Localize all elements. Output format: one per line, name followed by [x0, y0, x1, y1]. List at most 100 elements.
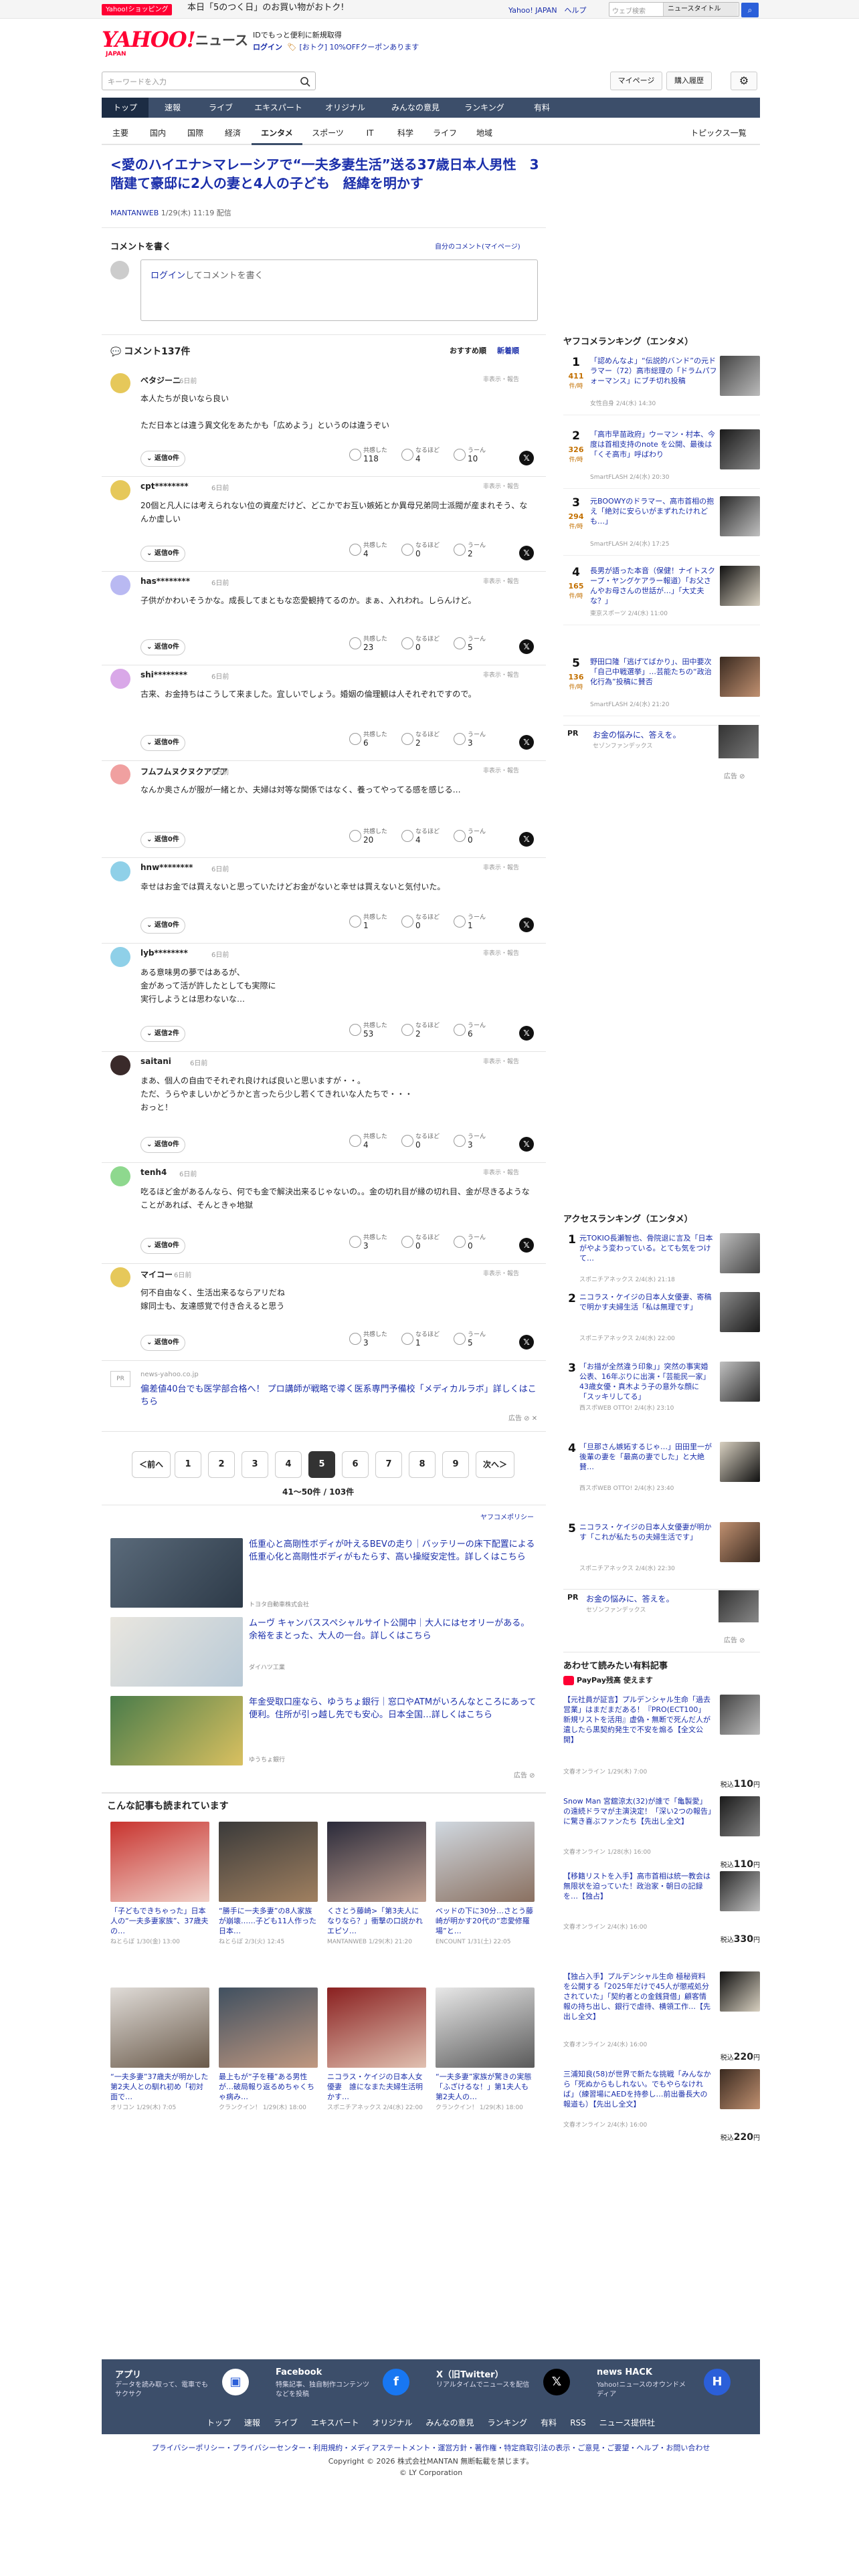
sort-recommended[interactable]: おすすめ順: [450, 346, 486, 355]
comment-author[interactable]: tenh4: [140, 1168, 167, 1177]
naruhodo-button[interactable]: なるほど 4: [401, 828, 440, 844]
umm-button[interactable]: うーん 10: [454, 447, 486, 463]
topics-list-link[interactable]: トピックス一覧: [677, 121, 760, 145]
x-share-icon[interactable]: 𝕏: [519, 639, 534, 654]
report-link[interactable]: 非表示・報告: [483, 576, 519, 585]
footer-nav-item[interactable]: みんなの意見: [426, 2418, 474, 2428]
naruhodo-button[interactable]: なるほど 1: [401, 1331, 440, 1347]
footer-nav-item[interactable]: ランキング: [488, 2418, 528, 2428]
umm-button[interactable]: うーん 1: [454, 914, 486, 930]
footer-nav-item[interactable]: 有料: [541, 2418, 557, 2428]
recommended-thumb[interactable]: [436, 1988, 535, 2068]
footer-links[interactable]: プライバシーポリシー・プライバシーセンター・利用規約・メディアステートメント・運…: [102, 2442, 760, 2453]
report-link[interactable]: 非表示・報告: [483, 1168, 519, 1176]
footer-nav-item[interactable]: エキスパート: [311, 2418, 359, 2428]
recommended-title[interactable]: “一夫多妻”家族が驚きの実態「ふざけるな！」第1夫人も第2夫人の…: [436, 2072, 535, 2102]
paid-thumb[interactable]: [720, 1871, 760, 1911]
rank-thumb[interactable]: [720, 1292, 760, 1332]
rank-thumb[interactable]: [720, 657, 760, 697]
shopping-badge[interactable]: Yahoo!ショッピング: [102, 4, 173, 15]
page-9[interactable]: 9: [442, 1451, 469, 1478]
empathy-button[interactable]: 共感した 3: [349, 1331, 387, 1347]
reply-button[interactable]: ⌄ 返信2件: [140, 1026, 185, 1042]
report-link[interactable]: 非表示・報告: [483, 374, 519, 383]
recommended-thumb[interactable]: [219, 1822, 318, 1902]
promo-text[interactable]: 本日「5のつく日」のお買い物がおトク!: [187, 0, 344, 13]
report-link[interactable]: 非表示・報告: [483, 481, 519, 490]
access-pr-image[interactable]: [719, 1590, 759, 1622]
page-5-current[interactable]: 5: [308, 1451, 335, 1478]
ranking-pr-title[interactable]: お金の悩みに、答えを。: [593, 729, 681, 740]
footer-nav-item[interactable]: ニュース提供社: [599, 2418, 655, 2428]
x-share-icon[interactable]: 𝕏: [519, 1238, 534, 1253]
comment-author[interactable]: has********: [140, 576, 190, 586]
recommended-title[interactable]: “勝手に一夫多妻”の8人家族が崩壊……子ども11人作った日本…: [219, 1906, 318, 1936]
footer-nav-item[interactable]: ライブ: [274, 2418, 298, 2428]
footer-nav-item[interactable]: オリジナル: [373, 2418, 413, 2428]
naruhodo-button[interactable]: なるほど 2: [401, 1022, 440, 1038]
x-share-icon[interactable]: 𝕏: [519, 918, 534, 932]
ad-title-3[interactable]: 年金受取口座なら、ゆうちょ銀行｜窓口やATMがいろんなところにあって便利。住所が…: [249, 1696, 538, 1721]
recommended-title[interactable]: くさとう藤崎>「第3夫人になりなら？」衝撃の口説かれエピソ…: [327, 1906, 426, 1936]
rank-thumb[interactable]: [720, 356, 760, 396]
cat-it[interactable]: IT: [353, 121, 387, 145]
nav-live[interactable]: ライブ: [197, 98, 245, 118]
cat-economy[interactable]: 経済: [214, 121, 252, 145]
recommended-thumb[interactable]: [436, 1822, 535, 1902]
footer-col-title[interactable]: X（旧Twitter）: [436, 2367, 504, 2380]
comment-login-link[interactable]: ログイン: [151, 271, 185, 281]
report-link[interactable]: 非表示・報告: [483, 670, 519, 679]
nav-opinions[interactable]: みんなの意見: [379, 98, 452, 118]
sort-newest[interactable]: 新着順: [497, 346, 519, 355]
rank-title[interactable]: 元TOKIO長瀬智也、骨院退に言及「日本がやよう変わっている。とても気をつけて…: [579, 1233, 713, 1263]
cat-entertainment[interactable]: エンタメ: [252, 121, 302, 145]
recommended-title[interactable]: ニコラス・ケイジの日本人女優妻 誰になまた夫婦生活明かす…: [327, 2072, 426, 2102]
footer-col-title[interactable]: news HACK: [597, 2367, 652, 2377]
nav-top[interactable]: トップ: [102, 98, 149, 118]
page-2[interactable]: 2: [208, 1451, 235, 1478]
empathy-button[interactable]: 共感した 20: [349, 828, 387, 844]
footer-nav-item[interactable]: RSS: [570, 2418, 586, 2428]
empathy-button[interactable]: 共感した 6: [349, 731, 387, 747]
my-comments-link[interactable]: 自分のコメント(マイページ): [435, 241, 520, 251]
naruhodo-button[interactable]: なるほど 0: [401, 1133, 440, 1149]
page-6[interactable]: 6: [342, 1451, 369, 1478]
umm-button[interactable]: うーん 6: [454, 1022, 486, 1038]
reply-button[interactable]: ⌄ 返信0件: [140, 451, 185, 467]
naruhodo-button[interactable]: なるほど 0: [401, 1234, 440, 1250]
comment-author[interactable]: ベタジーニ: [140, 374, 181, 386]
x-share-icon[interactable]: 𝕏: [519, 451, 534, 465]
rank-thumb[interactable]: [720, 566, 760, 606]
rank-title[interactable]: 長男が語った本音（保健！ナイトスクープ・ヤングケアラー報道）「お父さんやお母さん…: [590, 566, 717, 606]
naruhodo-button[interactable]: なるほど 0: [401, 914, 440, 930]
recommended-thumb[interactable]: [219, 1988, 318, 2068]
nav-expert[interactable]: エキスパート: [245, 98, 312, 118]
x-icon[interactable]: 𝕏: [543, 2369, 570, 2395]
facebook-icon[interactable]: f: [383, 2369, 409, 2395]
page-1[interactable]: 1: [175, 1451, 201, 1478]
reply-button[interactable]: ⌄ 返信0件: [140, 1137, 185, 1153]
recommended-thumb[interactable]: [327, 1822, 426, 1902]
rank-thumb[interactable]: [720, 429, 760, 469]
comment-author[interactable]: cpt********: [140, 481, 189, 491]
reply-button[interactable]: ⌄ 返信0件: [140, 918, 185, 934]
paid-thumb[interactable]: [720, 1971, 760, 2012]
page-8[interactable]: 8: [409, 1451, 436, 1478]
rank-title[interactable]: 「旦那さん嫉妬するじゃ…」田田里一が後輩の妻を「最高の妻でした」と大絶賛…: [579, 1442, 713, 1472]
x-share-icon[interactable]: 𝕏: [519, 1026, 534, 1041]
access-pr-title[interactable]: お金の悩みに、答えを。: [586, 1593, 674, 1604]
footer-col-title[interactable]: アプリ: [115, 2367, 141, 2380]
inline-ad-title[interactable]: 偏差値40台でも医学部合格へ！ プロ講師が戦略で導く医系専門予備校「メディカルラ…: [140, 1383, 538, 1408]
rank-thumb[interactable]: [720, 1233, 760, 1273]
recommended-thumb[interactable]: [110, 1822, 209, 1902]
paid-title[interactable]: Snow Man 宮舘涼太(32)が誰で「亀製愛」の遠続ドラマが主演決定！「深い…: [563, 1796, 712, 1826]
umm-button[interactable]: うーん 5: [454, 1331, 486, 1347]
paid-thumb[interactable]: [720, 1695, 760, 1735]
umm-button[interactable]: うーん 3: [454, 1133, 486, 1149]
ad-image-bank[interactable]: [110, 1696, 243, 1765]
ad-image-canbus[interactable]: [110, 1617, 243, 1687]
purchase-history-button[interactable]: 購入履歴: [666, 72, 712, 90]
news-search-box[interactable]: キーワードを入力: [102, 72, 316, 90]
footer-col-title[interactable]: Facebook: [276, 2367, 322, 2377]
recommended-thumb[interactable]: [327, 1988, 426, 2068]
